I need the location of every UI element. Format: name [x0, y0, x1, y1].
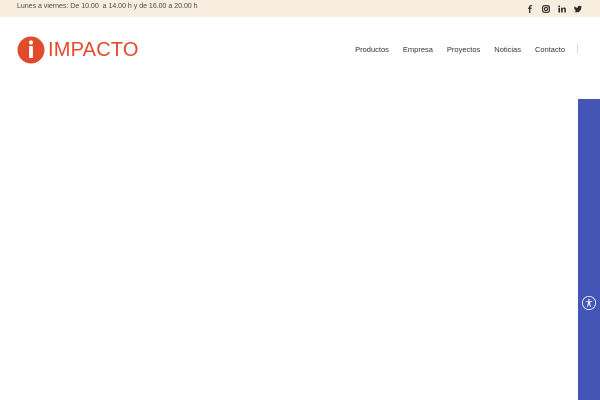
logo-mark-icon	[17, 36, 45, 64]
nav-item-empresa[interactable]: Empresa	[396, 45, 440, 54]
top-bar: Lunes a viernes: De 10.00 a 14.00 h y de…	[0, 0, 600, 17]
nav-item-noticias[interactable]: Noticias	[487, 45, 528, 54]
accessibility-side-panel	[578, 99, 600, 400]
logo[interactable]: IMPACTO	[17, 36, 139, 64]
twitter-icon[interactable]	[574, 5, 582, 13]
main-content	[0, 79, 600, 400]
site-header: IMPACTO Productos Empresa Proyectos Noti…	[0, 17, 600, 79]
main-nav: Productos Empresa Proyectos Noticias Con…	[348, 45, 565, 54]
opening-hours-text: Lunes a viernes: De 10.00 a 14.00 h y de…	[17, 3, 198, 10]
nav-divider	[577, 44, 578, 54]
social-links	[526, 2, 582, 15]
logo-text: IMPACTO	[48, 39, 139, 61]
linkedin-icon[interactable]	[558, 4, 566, 13]
accessibility-icon	[582, 296, 596, 310]
nav-item-contacto[interactable]: Contacto	[528, 45, 565, 54]
facebook-icon[interactable]	[526, 4, 534, 13]
nav-item-productos[interactable]: Productos	[348, 45, 396, 54]
accessibility-button[interactable]	[582, 296, 596, 310]
nav-item-proyectos[interactable]: Proyectos	[440, 45, 487, 54]
instagram-icon[interactable]	[542, 4, 550, 13]
